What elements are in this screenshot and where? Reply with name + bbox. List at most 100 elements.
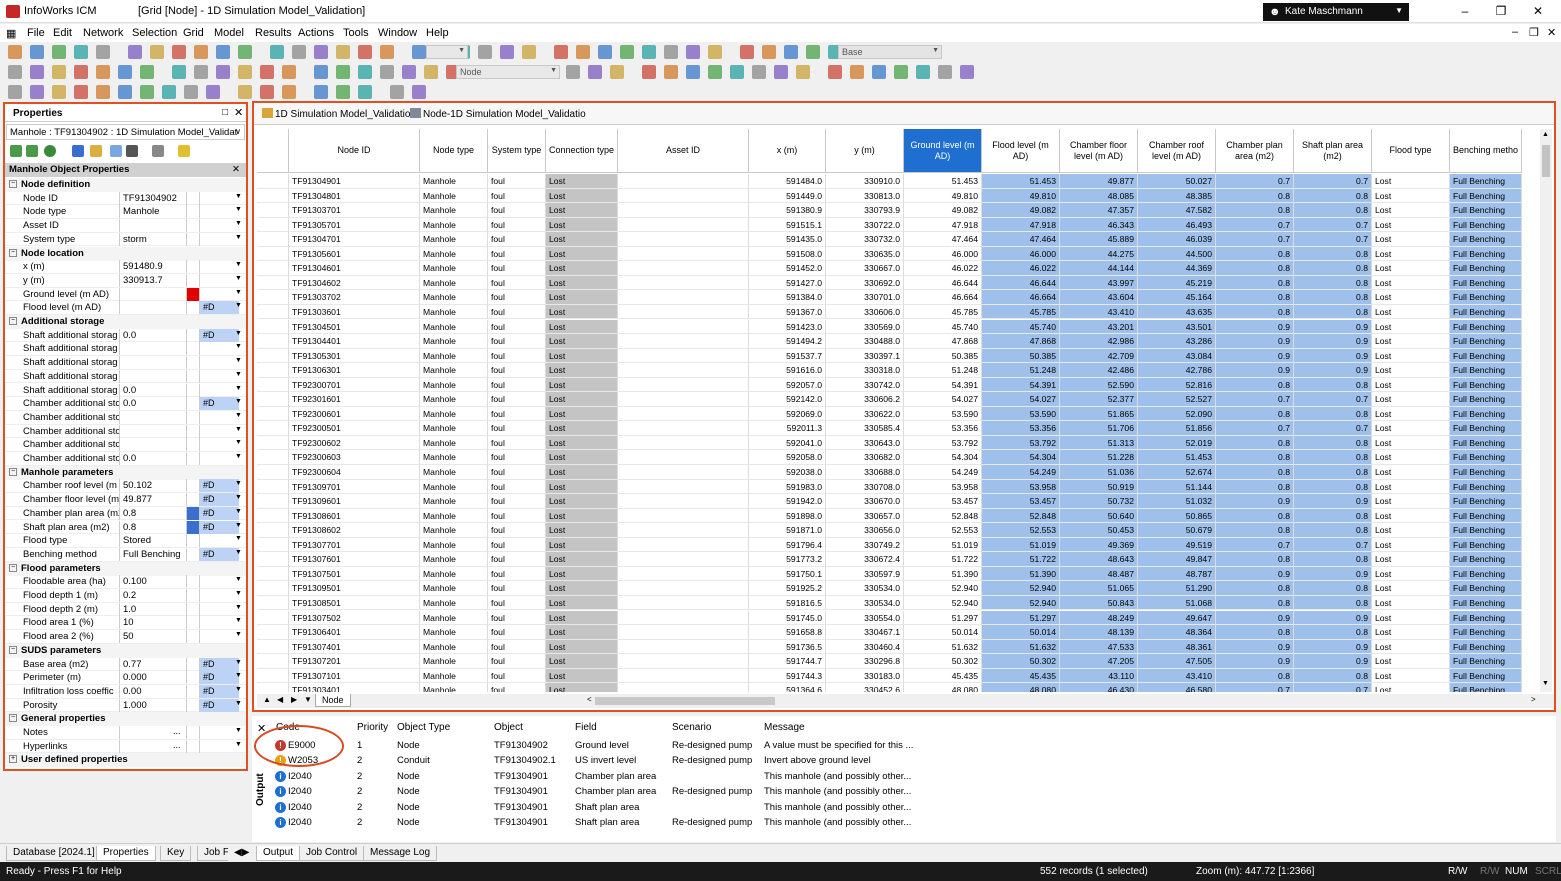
- property-flag-value[interactable]: [199, 369, 239, 383]
- dropdown-icon[interactable]: ▼: [235, 330, 242, 337]
- tb1-tool-icon[interactable]: [74, 45, 88, 59]
- tb1-tool-icon[interactable]: [8, 45, 22, 59]
- table-row[interactable]: TF91307502 Manhole foul Lost 591745.0 330554.…: [257, 610, 1539, 626]
- cell-flood-level[interactable]: 54.304: [982, 450, 1060, 465]
- table-row[interactable]: TF91304602 Manhole foul Lost 591427.0 330692.…: [257, 275, 1539, 291]
- close-button[interactable]: ✕: [1528, 3, 1548, 19]
- property-flag-value[interactable]: #D: [199, 328, 239, 342]
- tb3-tool-icon[interactable]: [8, 85, 22, 99]
- cell-node-type[interactable]: Manhole: [420, 479, 488, 495]
- next-sheet-icon[interactable]: ▶: [291, 695, 297, 704]
- tb2-tool-icon[interactable]: [74, 65, 88, 79]
- cell-shaft-plan-area[interactable]: 0.8: [1294, 188, 1372, 204]
- cell-benching-method[interactable]: Full Benching: [1450, 246, 1522, 262]
- property-row[interactable]: Node type Manhole ▼: [5, 205, 246, 220]
- cell-y[interactable]: 330813.0: [826, 188, 904, 204]
- tab-database[interactable]: Database [2024.1]: [6, 846, 102, 861]
- cell-chamber-roof-level[interactable]: 49.519: [1138, 537, 1216, 553]
- tb2-tool-icon[interactable]: [960, 65, 974, 79]
- property-flag-value[interactable]: #D: [199, 671, 239, 685]
- cell-chamber-roof-level[interactable]: 47.582: [1138, 203, 1216, 218]
- save-icon[interactable]: [126, 145, 138, 157]
- tb2-tool-icon[interactable]: [566, 65, 580, 79]
- cell-node-id[interactable]: TF92301601: [289, 392, 420, 407]
- property-row[interactable]: Porosity 1.000 #D ▼: [5, 698, 246, 713]
- table-row[interactable]: TF91308601 Manhole foul Lost 591898.0 330657.…: [257, 508, 1539, 524]
- cell-ground-level[interactable]: 52.940: [904, 581, 982, 596]
- tb3-tool-icon[interactable]: [336, 85, 350, 99]
- cell-system-type[interactable]: foul: [488, 639, 546, 655]
- property-row[interactable]: Notes ▼...: [5, 726, 246, 740]
- cell-node-type[interactable]: Manhole: [420, 639, 488, 655]
- cell-flood-type[interactable]: Lost: [1372, 319, 1450, 335]
- property-row[interactable]: Chamber additional sto ▼: [5, 438, 246, 452]
- cell-system-type[interactable]: foul: [488, 217, 546, 233]
- tab-scroll-arrows[interactable]: ◀▶: [228, 846, 256, 861]
- cell-y[interactable]: 330488.0: [826, 334, 904, 349]
- cell-system-type[interactable]: foul: [488, 232, 546, 247]
- output-header-object[interactable]: Object: [494, 722, 523, 733]
- cell-system-type[interactable]: foul: [488, 421, 546, 436]
- cell-chamber-roof-level[interactable]: 43.286: [1138, 334, 1216, 349]
- property-value-field[interactable]: 591480.9: [119, 260, 186, 274]
- cell-x[interactable]: 591537.7: [749, 348, 826, 364]
- cell-chamber-plan-area[interactable]: 0.9: [1216, 566, 1294, 582]
- dropdown-icon[interactable]: ▼: [235, 741, 242, 748]
- cell-benching-method[interactable]: Full Benching: [1450, 639, 1522, 655]
- cell-asset-id[interactable]: [618, 377, 749, 393]
- cell-x[interactable]: 591508.0: [749, 246, 826, 262]
- cell-ground-level[interactable]: 50.302: [904, 654, 982, 669]
- cell-flood-level[interactable]: 51.453: [982, 174, 1060, 189]
- output-header-scenario[interactable]: Scenario: [672, 722, 711, 733]
- user-account-menu[interactable]: ☻ Kate Maschmann ▼: [1263, 3, 1409, 21]
- cell-node-type[interactable]: Manhole: [420, 174, 488, 189]
- cell-shaft-plan-area[interactable]: 0.7: [1294, 217, 1372, 233]
- cell-chamber-roof-level[interactable]: 47.505: [1138, 654, 1216, 669]
- cell-shaft-plan-area[interactable]: 0.8: [1294, 552, 1372, 567]
- cell-chamber-plan-area[interactable]: 0.8: [1216, 450, 1294, 465]
- tb2-tool-icon[interactable]: [916, 65, 930, 79]
- cell-flood-type[interactable]: Lost: [1372, 523, 1450, 538]
- property-value-field[interactable]: 0.0: [119, 383, 186, 397]
- forward-icon[interactable]: [26, 145, 38, 157]
- property-flag-value[interactable]: [199, 424, 239, 438]
- cell-chamber-roof-level[interactable]: 46.493: [1138, 217, 1216, 233]
- cell-ground-level[interactable]: 46.000: [904, 246, 982, 262]
- cell-asset-id[interactable]: [618, 392, 749, 407]
- cell-chamber-roof-level[interactable]: 42.786: [1138, 363, 1216, 378]
- cell-benching-method[interactable]: Full Benching: [1450, 203, 1522, 218]
- cell-y[interactable]: 330606.0: [826, 304, 904, 320]
- cell-asset-id[interactable]: [618, 290, 749, 305]
- cell-connection-type[interactable]: Lost: [546, 363, 618, 378]
- cell-ground-level[interactable]: 48.080: [904, 683, 982, 692]
- tb3-tool-icon[interactable]: [238, 85, 252, 99]
- mdi-minimize-button[interactable]: –: [1512, 26, 1518, 38]
- property-row[interactable]: Asset ID ▼: [5, 219, 246, 233]
- property-flag-value[interactable]: #D: [199, 301, 239, 315]
- property-row[interactable]: Shaft additional storag 0.0 ▼: [5, 383, 246, 398]
- dropdown-icon[interactable]: ▼: [235, 357, 242, 364]
- property-row[interactable]: Flood area 1 (%) 10 ▼: [5, 616, 246, 631]
- cell-y[interactable]: 330742.0: [826, 377, 904, 393]
- cell-node-type[interactable]: Manhole: [420, 683, 488, 692]
- cell-asset-id[interactable]: [618, 566, 749, 582]
- property-value-field[interactable]: [119, 356, 186, 370]
- collapse-toggle-icon[interactable]: −: [9, 563, 17, 572]
- dropdown-icon[interactable]: ▼: [235, 604, 242, 611]
- cell-y[interactable]: 330670.0: [826, 494, 904, 509]
- cell-chamber-floor-level[interactable]: 49.369: [1060, 537, 1138, 553]
- tb2-tool-icon[interactable]: [588, 65, 602, 79]
- cell-chamber-floor-level[interactable]: 48.249: [1060, 610, 1138, 626]
- cell-node-id[interactable]: TF91306301: [289, 363, 420, 378]
- cell-node-id[interactable]: TF91306401: [289, 625, 420, 640]
- property-flag-value[interactable]: [199, 356, 239, 370]
- cell-shaft-plan-area[interactable]: 0.8: [1294, 508, 1372, 524]
- cell-shaft-plan-area[interactable]: 0.8: [1294, 377, 1372, 393]
- dropdown-icon[interactable]: ▼: [235, 576, 242, 583]
- property-value-field[interactable]: 0.8: [119, 506, 186, 520]
- property-flag-value[interactable]: [199, 575, 239, 589]
- tb1-tool-icon[interactable]: [598, 45, 612, 59]
- dropdown-icon[interactable]: ▼: [235, 686, 242, 693]
- column-header-benching-method[interactable]: Benching metho: [1450, 129, 1522, 173]
- cell-x[interactable]: 592011.3: [749, 421, 826, 436]
